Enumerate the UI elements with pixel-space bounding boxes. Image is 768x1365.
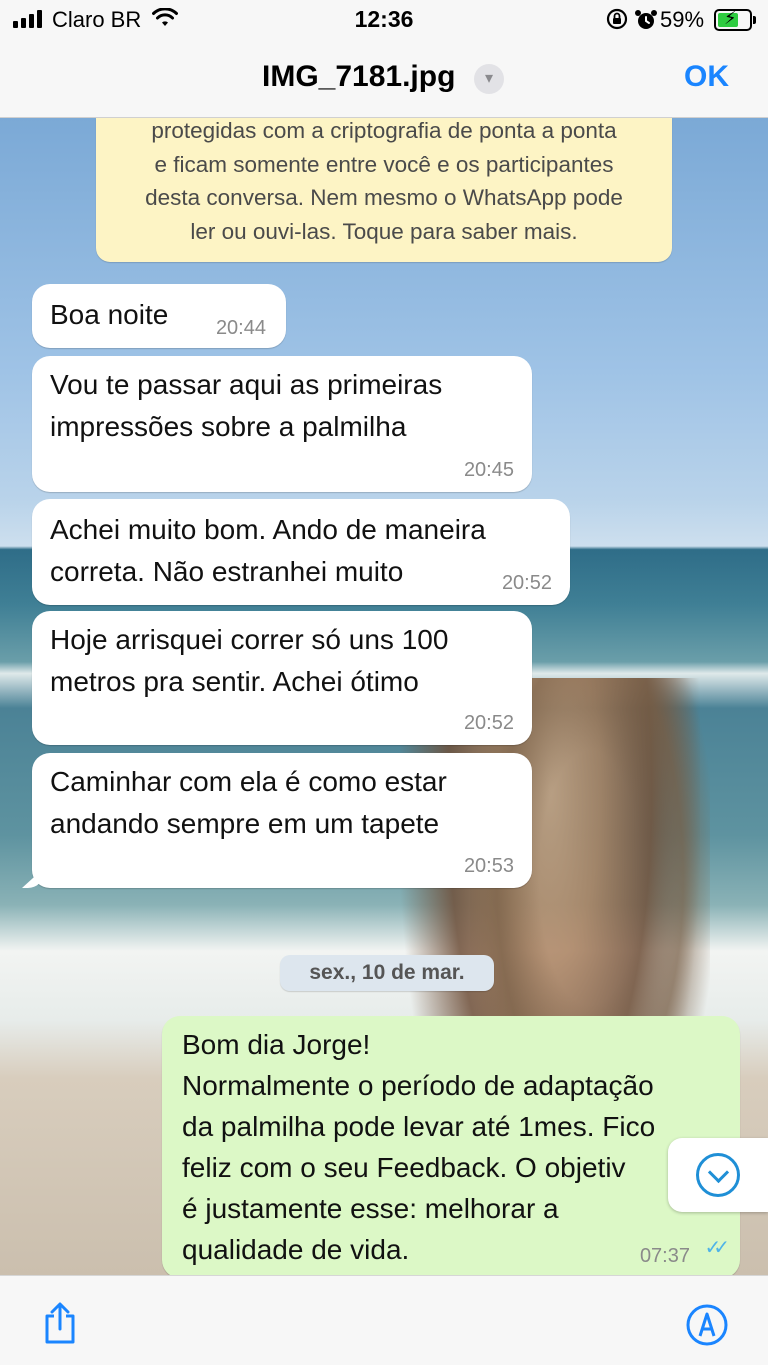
message-time: 20:44	[215, 317, 266, 339]
incoming-message[interactable]: Hoje arrisquei correr só uns 100 metros …	[32, 611, 532, 745]
notice-line: e ficam somente entre você e os particip…	[154, 151, 614, 177]
message-text: metros pra sentir. Achei ótimo	[50, 666, 419, 697]
battery-percent: 59%	[660, 7, 705, 32]
message-text: Caminhar com ela é como estar	[50, 766, 447, 797]
message-text: Hoje arrisquei correr só uns 100	[50, 624, 449, 655]
alarm-icon	[635, 10, 657, 29]
message-text: Achei muito bom. Ando de maneira	[50, 514, 486, 545]
chevron-down-circle-icon	[696, 1153, 740, 1197]
double-check-icon: ✓✓	[704, 1237, 729, 1259]
message-time: 20:53	[463, 855, 514, 877]
status-bar: Claro BR 12:36 59% ⚡	[0, 0, 768, 40]
message-text: da palmilha pode levar até 1mes. Fico	[182, 1111, 656, 1142]
message-time: 07:37	[639, 1245, 690, 1267]
message-text: feliz com o seu Feedback. O objetiv	[182, 1152, 626, 1183]
message-text: Bom dia Jorge!	[182, 1029, 371, 1060]
message-text: andando sempre em um tapete	[50, 808, 440, 839]
nav-bar: IMG_7181.jpg ▾ OK	[0, 40, 768, 118]
message-time: 20:52	[463, 712, 514, 734]
message-text: correta. Não estranhei muito	[50, 556, 404, 587]
nav-title[interactable]: IMG_7181.jpg	[262, 60, 455, 94]
message-time: 20:52	[501, 572, 552, 594]
incoming-message[interactable]: Vou te passar aqui as primeiras impressõ…	[32, 356, 532, 492]
share-icon[interactable]	[42, 1302, 78, 1344]
rotation-lock-icon	[606, 8, 628, 30]
ok-button[interactable]: OK	[684, 60, 729, 94]
message-text: impressões sobre a palmilha	[50, 411, 407, 442]
chevron-down-icon[interactable]: ▾	[474, 64, 504, 94]
incoming-message[interactable]: Boa noite 20:44	[32, 284, 286, 348]
bottom-toolbar	[0, 1275, 768, 1365]
message-text: Vou te passar aqui as primeiras	[50, 369, 443, 400]
notice-line: desta conversa. Nem mesmo o WhatsApp pod…	[145, 185, 623, 210]
notice-line: ler ou ouvi-las. Toque para saber mais.	[190, 218, 578, 244]
markup-pen-icon[interactable]	[686, 1304, 728, 1346]
date-separator: sex., 10 de mar.	[280, 955, 494, 991]
incoming-message[interactable]: Caminhar com ela é como estar andando se…	[32, 753, 532, 888]
notice-line: protegidas com a criptografia de ponta a…	[151, 118, 617, 143]
chat-screenshot-view: protegidas com a criptografia de ponta a…	[0, 118, 768, 1275]
battery-charging-icon: ⚡	[714, 8, 756, 31]
message-text: Normalmente o período de adaptação	[182, 1070, 654, 1101]
outgoing-message[interactable]: Bom dia Jorge! Normalmente o período de …	[162, 1016, 740, 1275]
message-time: 20:45	[463, 459, 514, 481]
incoming-message[interactable]: Achei muito bom. Ando de maneira correta…	[32, 499, 570, 605]
message-text: é justamente esse: melhorar a	[182, 1193, 559, 1224]
scroll-to-bottom-button[interactable]	[668, 1138, 768, 1212]
encryption-notice[interactable]: protegidas com a criptografia de ponta a…	[96, 118, 672, 262]
